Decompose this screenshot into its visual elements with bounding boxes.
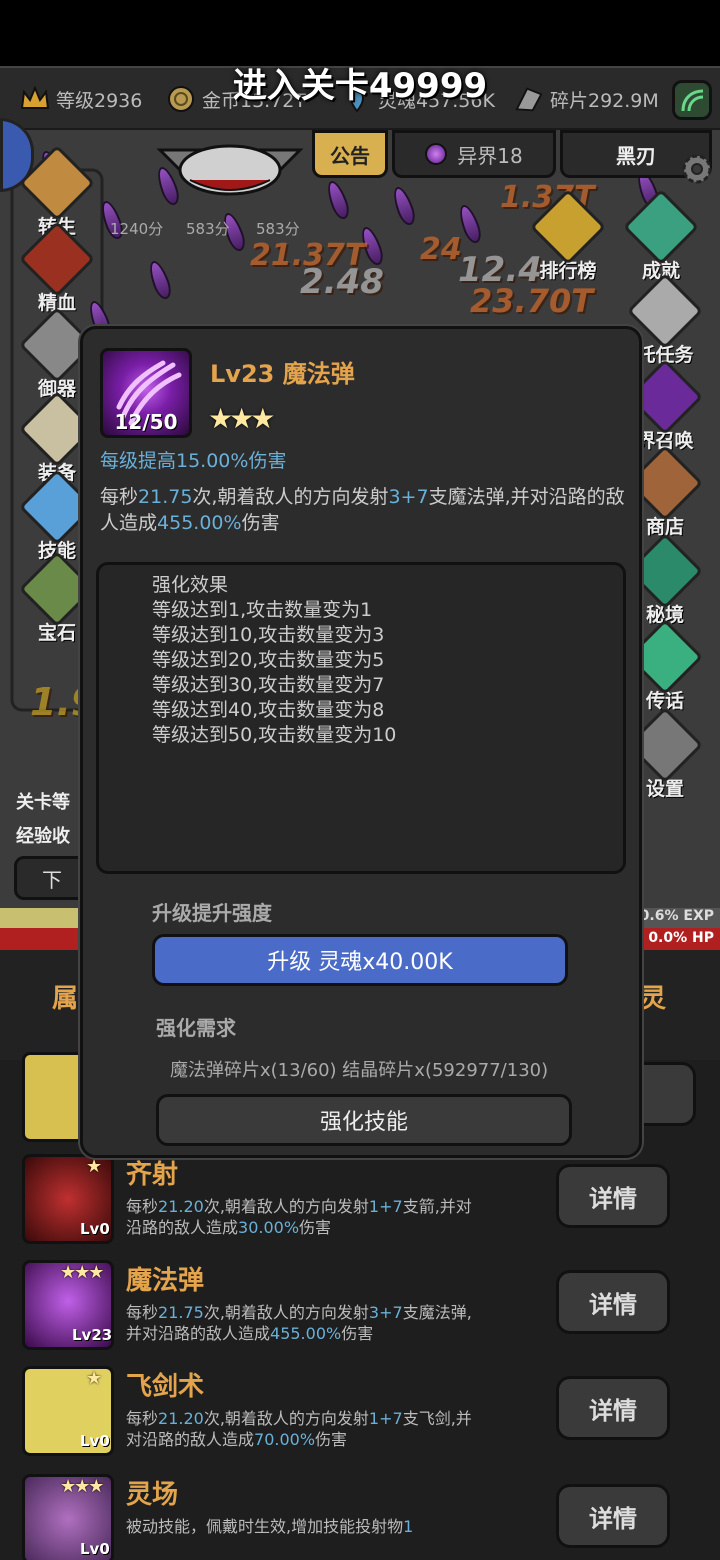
skill-description: 每秒21.20次,朝着敌人的方向发射1+7支箭,并对沿路的敌人造成30.00%伤… [126, 1197, 472, 1237]
exp-fill [0, 908, 80, 928]
skill-description: 每秒21.20次,朝着敌人的方向发射1+7支飞剑,并对沿路的敌人造成70.00%… [126, 1409, 472, 1449]
skill-name: 魔法弹 [126, 1266, 205, 1296]
effect-line: 等级达到30,攻击数量变为7 [152, 674, 385, 696]
rebirth-icon [18, 144, 96, 222]
list-item: ★ Lv0 齐射 每秒21.20次,朝着敌人的方向发射1+7支箭,并对沿路的敌人… [22, 1154, 702, 1252]
tab-realm-label: 异界18 [457, 143, 523, 168]
effect-line: 等级达到10,攻击数量变为3 [152, 624, 385, 646]
tab-notice[interactable]: 公告 [312, 130, 388, 178]
list-item: ★★★ Lv23 魔法弹 每秒21.75次,朝着敌人的方向发射3+7支魔法弹,并… [22, 1260, 702, 1358]
skill-level: Lv0 [80, 1540, 110, 1558]
damage-number: 24 [420, 232, 462, 267]
requirement-text: 魔法弹碎片x(13/60) 结晶碎片x(592977/130) [170, 1060, 549, 1081]
star-rating: ★★★ [60, 1476, 104, 1497]
star-rating: ★ [86, 1156, 102, 1177]
per-level-bonus: 每级提高15.00%伤害 [100, 450, 287, 472]
tab-realm[interactable]: 异界18 [392, 130, 556, 178]
effect-line: 等级达到40,攻击数量变为8 [152, 699, 385, 721]
list-item: ★★★ Lv0 灵场 被动技能，佩戴时生效,增加技能投射物1 详情 [22, 1474, 702, 1560]
fragment-count: 12/50 [114, 410, 178, 434]
star-rating: ★ [86, 1368, 102, 1389]
skill-description: 每秒21.75次,朝着敌人的方向发射3+7支魔法弹,并对沿路的敌人造成455.0… [100, 486, 625, 534]
details-button[interactable]: 详情 [556, 1270, 670, 1334]
star-rating: ★★★ [60, 1262, 104, 1283]
effect-line: 等级达到20,攻击数量变为5 [152, 649, 385, 671]
damage-number: 2.48 [300, 262, 384, 302]
list-item: ★ Lv0 飞剑术 每秒21.20次,朝着敌人的方向发射1+7支飞剑,并对沿路的… [22, 1366, 702, 1464]
upgrade-button[interactable]: 升级 灵魂x40.00K [152, 934, 568, 986]
skill-level: Lv0 [80, 1220, 110, 1238]
skill-level: Lv0 [80, 1432, 110, 1450]
status-area [0, 0, 720, 66]
next-stage-button[interactable]: 下 [14, 856, 90, 900]
skill-name: 齐射 [126, 1160, 179, 1190]
stage-level-label: 关卡等 [16, 792, 70, 813]
hp-text: 0.0% HP [648, 930, 714, 946]
blood-icon [18, 220, 96, 298]
skill-name: 飞剑术 [126, 1372, 205, 1402]
dialog-title: Lv23 魔法弹 [210, 360, 355, 388]
timer: 1240分 [110, 220, 164, 238]
gear-icon[interactable] [678, 150, 716, 188]
timer: 583分 [256, 220, 300, 238]
details-button[interactable]: 详情 [556, 1376, 670, 1440]
upgrade-label: 升级提升强度 [152, 901, 272, 925]
star-rating: ★★★ [208, 402, 275, 435]
menu-ranking[interactable]: 排行榜 [528, 188, 608, 283]
trophy-icon [529, 188, 607, 266]
damage-number: 23.70T [470, 282, 594, 320]
tab-spirit[interactable]: 灵 [640, 978, 666, 1015]
exp-text: 0.6% EXP [639, 908, 714, 924]
effect-line: 等级达到50,攻击数量变为10 [152, 724, 397, 746]
requirement-label: 强化需求 [156, 1016, 236, 1040]
menu-blood[interactable]: 精血 [18, 220, 96, 315]
menu-achievement[interactable]: 成就 [622, 188, 700, 283]
details-button[interactable]: 详情 [556, 1164, 670, 1228]
portal-icon [425, 143, 448, 165]
skill-description: 每秒21.75次,朝着敌人的方向发射3+7支魔法弹,并对沿路的敌人造成455.0… [126, 1303, 472, 1343]
skill-name: 灵场 [126, 1480, 179, 1510]
timer: 583分 [186, 220, 230, 238]
menu-label: 排行榜 [539, 260, 597, 282]
details-button[interactable]: 详情 [556, 1484, 670, 1548]
tab-attributes[interactable]: 属 [52, 978, 78, 1015]
effect-line: 等级达到1,攻击数量变为1 [152, 599, 373, 621]
stage-banner: 进入关卡49999 [232, 66, 488, 106]
effect-heading: 强化效果 [152, 574, 229, 596]
star-icon [622, 188, 700, 266]
skill-level: Lv23 [72, 1326, 113, 1344]
menu-label: 宝石 [37, 622, 76, 644]
exp-income-label: 经验收 [16, 826, 70, 847]
skill-description: 被动技能，佩戴时生效,增加技能投射物1 [126, 1517, 414, 1536]
enhance-skill-button[interactable]: 强化技能 [156, 1094, 572, 1146]
menu-label: 设置 [645, 778, 684, 800]
